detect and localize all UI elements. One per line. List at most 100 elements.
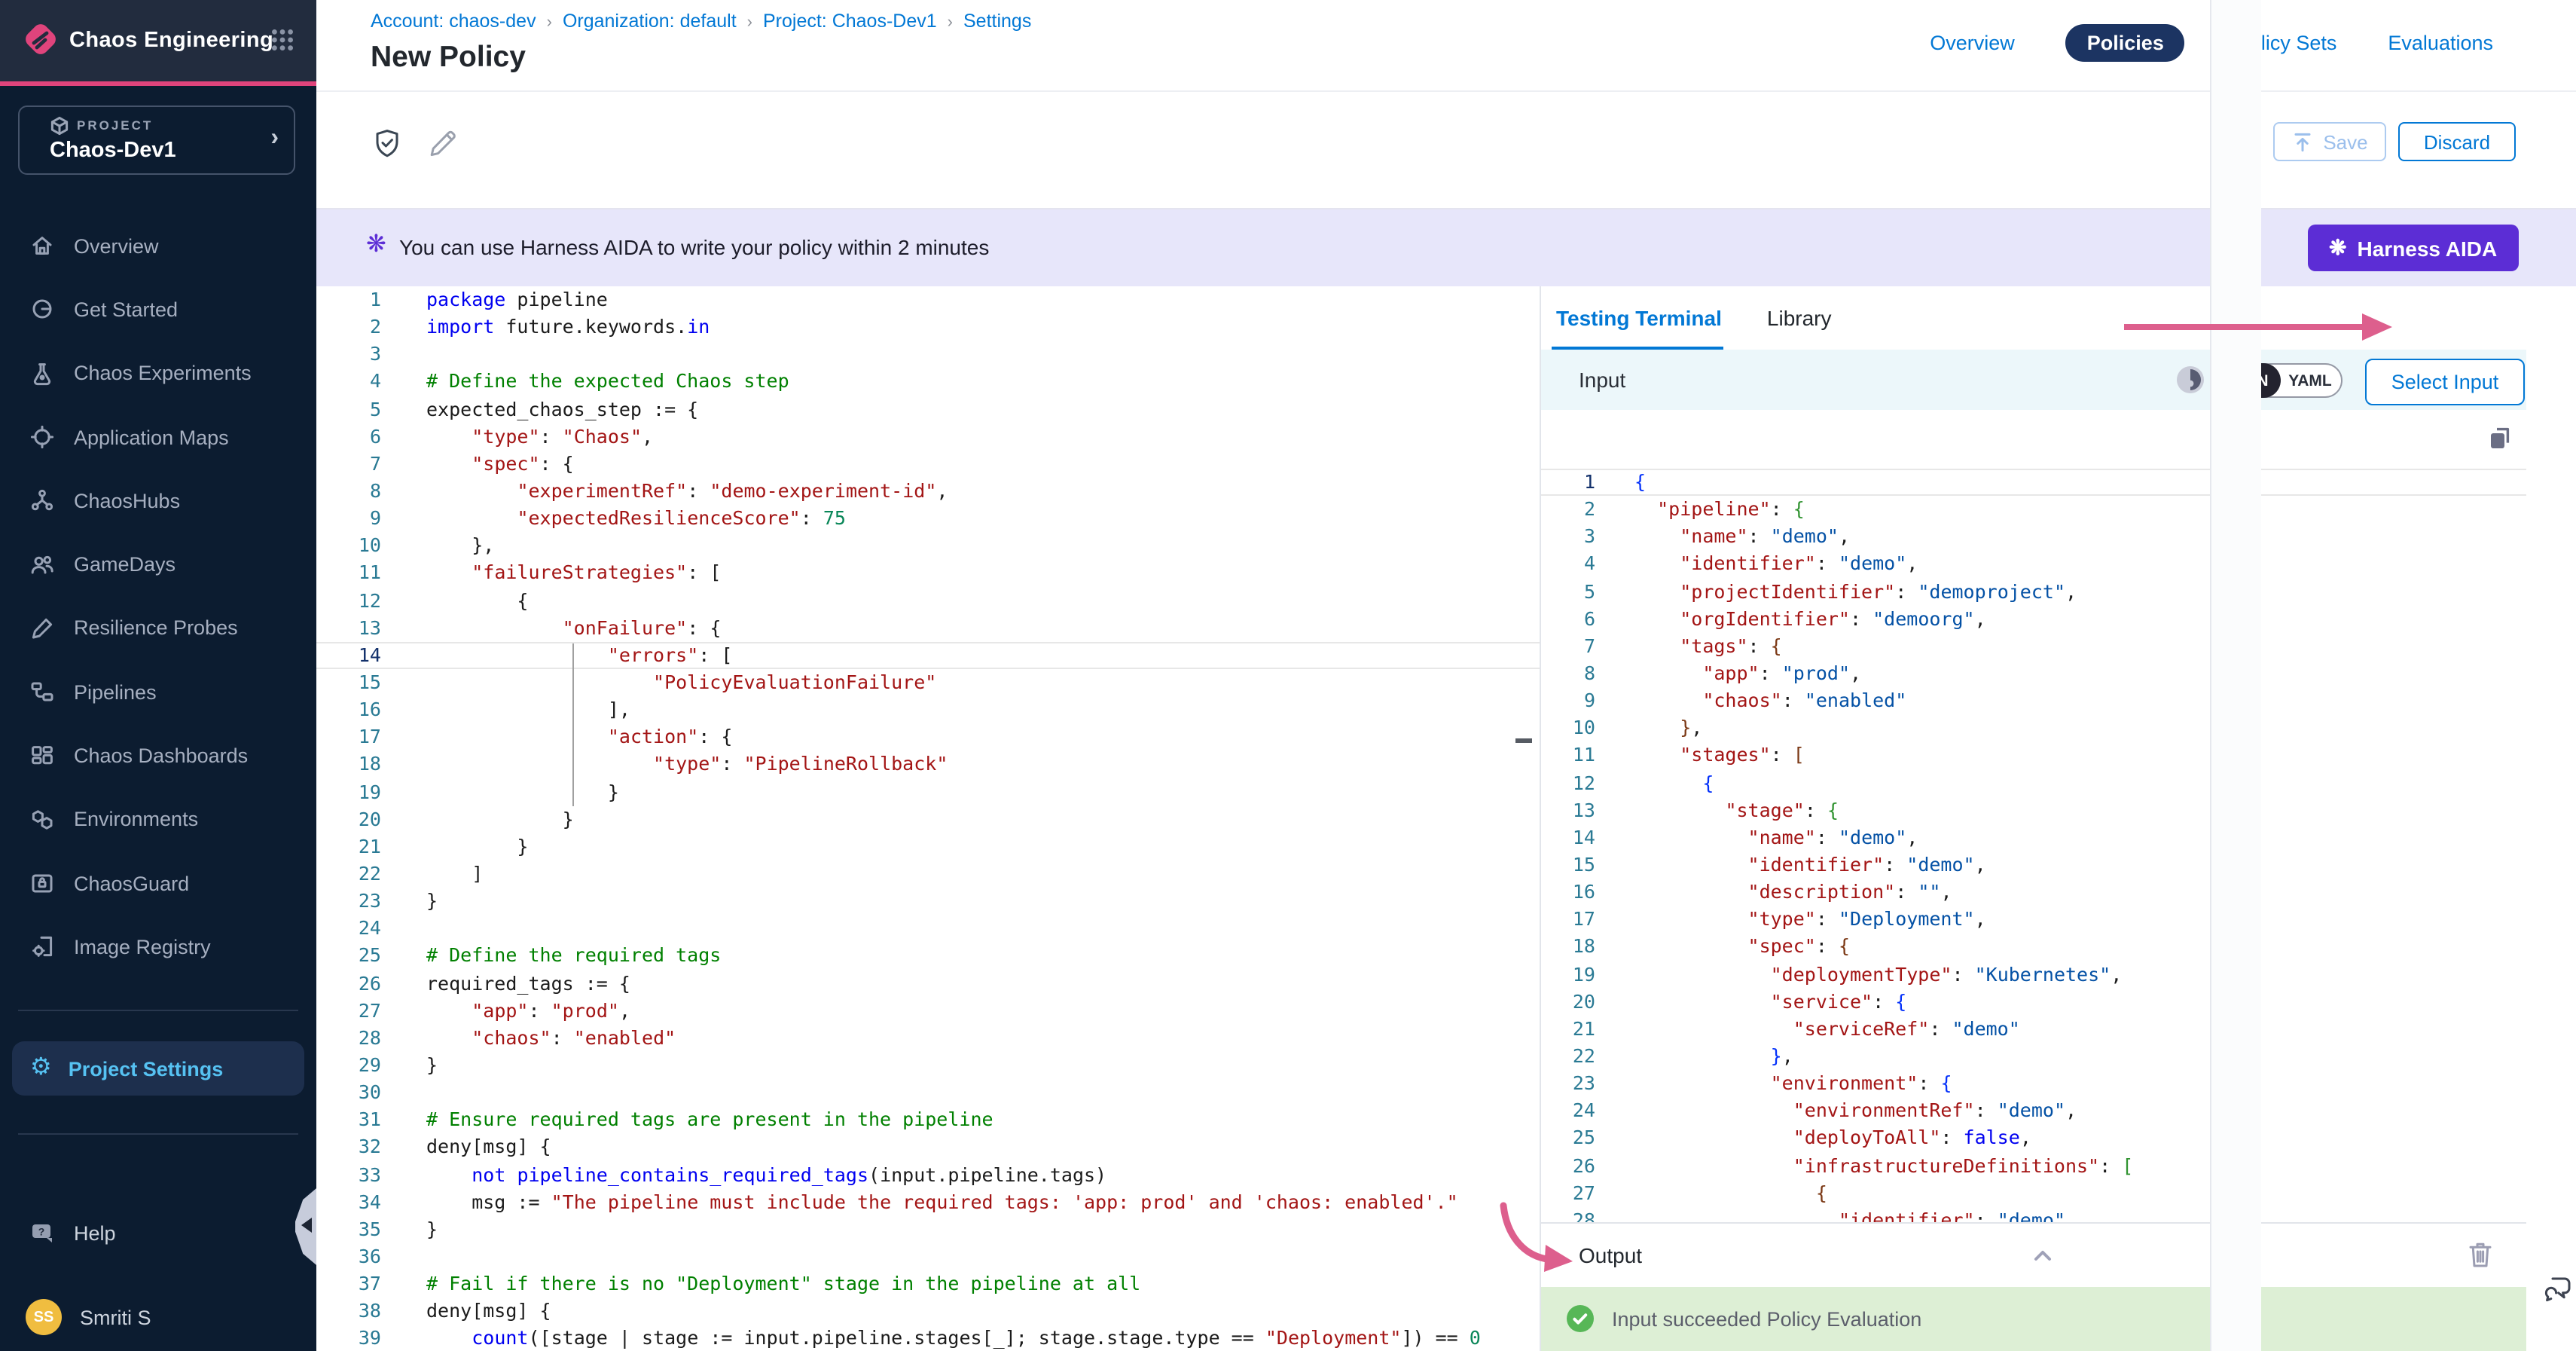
environments-icon	[30, 808, 54, 832]
toggle-option-yaml[interactable]: YAML	[2279, 365, 2341, 396]
code-line: 23}	[316, 888, 1540, 915]
code-line: 28 "identifier": "demo"	[1541, 1207, 2526, 1222]
code-line: 21 }	[316, 833, 1540, 860]
code-line: 3	[316, 341, 1540, 368]
input-json-editor[interactable]: 1{2 "pipeline": {3 "name": "demo",4 "ide…	[1541, 469, 2526, 1222]
sidebar-item-environments[interactable]: Environments	[0, 787, 316, 851]
sidebar-nav: Overview Get StartedChaos ExperimentsAppl…	[0, 214, 316, 979]
flask-icon	[30, 361, 54, 385]
output-status-text: Input succeeded Policy Evaluation	[1612, 1308, 1921, 1331]
code-line: 38deny[msg] {	[316, 1298, 1540, 1325]
code-line: 7 "spec": {	[316, 451, 1540, 478]
sidebar-item-label: Overview	[74, 234, 159, 257]
code-line: 25# Define the required tags	[316, 943, 1540, 970]
discard-button[interactable]: Discard	[2398, 122, 2516, 161]
code-line: 26required_tags := {	[316, 970, 1540, 997]
code-line: 16 ],	[316, 696, 1540, 723]
code-line: 21 "serviceRef": "demo"	[1541, 1016, 2526, 1043]
sidebar-item-pipelines[interactable]: Pipelines	[0, 660, 316, 724]
breadcrumb-link[interactable]: Project: Chaos-Dev1	[763, 11, 937, 32]
code-line: 8 "app": "prod",	[1541, 660, 2526, 687]
code-line: 10 },	[316, 533, 1540, 560]
breadcrumb-link[interactable]: Organization: default	[563, 11, 737, 32]
code-line: 2 "pipeline": {	[1541, 496, 2526, 523]
code-line: 23 "environment": {	[1541, 1070, 2526, 1097]
code-line: 27 {	[1541, 1179, 2526, 1206]
breadcrumb-separator: ›	[547, 14, 552, 32]
policy-code-editor[interactable]: 1package pipeline2import future.keywords…	[316, 286, 1540, 1351]
code-line: 25 "deployToAll": false,	[1541, 1125, 2526, 1152]
code-line: 15 "PolicyEvaluationFailure"	[316, 669, 1540, 696]
code-line: 39 count([stage | stage := input.pipelin…	[316, 1325, 1540, 1351]
code-line: 6 "type": "Chaos",	[316, 423, 1540, 450]
aida-flower-icon: ❋	[366, 234, 386, 258]
output-section-header: Output	[1541, 1222, 2526, 1288]
sidebar-item-gamedays[interactable]: GameDays	[0, 533, 316, 597]
code-line: 30	[316, 1079, 1540, 1106]
sidebar-item-chaoshubs[interactable]: ChaosHubs	[0, 469, 316, 533]
page-gutter	[2210, 0, 2261, 1351]
pipelines-icon	[30, 680, 54, 704]
opa-logo-icon[interactable]	[2177, 366, 2204, 393]
sidebar-item-image-registry[interactable]: Image Registry	[0, 915, 316, 980]
code-line: 34 msg := "The pipeline must include the…	[316, 1188, 1540, 1215]
code-line: 10 },	[1541, 715, 2526, 742]
project-label: PROJECT	[77, 118, 153, 133]
shield-check-icon[interactable]	[372, 128, 402, 158]
code-line: 37# Fail if there is no "Deployment" sta…	[316, 1270, 1540, 1298]
chevron-up-icon[interactable]	[2031, 1243, 2055, 1267]
code-line: 35}	[316, 1216, 1540, 1243]
select-input-button[interactable]: Select Input	[2365, 359, 2525, 405]
sidebar-item-chaosguard[interactable]: ChaosGuard	[0, 851, 316, 915]
code-line: 17 "action": {	[316, 724, 1540, 751]
sidebar-item-chaos-experiments[interactable]: Chaos Experiments	[0, 341, 316, 405]
code-line: 16 "description": "",	[1541, 879, 2526, 906]
code-line: 7 "tags": {	[1541, 633, 2526, 660]
code-line: 5expected_chaos_step := {	[316, 396, 1540, 423]
sidebar-item-chaos-dashboards[interactable]: Chaos Dashboards	[0, 724, 316, 788]
harness-logo-icon[interactable]	[21, 20, 60, 59]
user-menu[interactable]: SS Smriti S	[0, 1290, 316, 1344]
code-line: 29}	[316, 1052, 1540, 1079]
indent-guide	[572, 643, 574, 806]
code-line: 18 "type": "PipelineRollback"	[316, 751, 1540, 778]
project-selector[interactable]: PROJECT Chaos-Dev1 ›	[18, 105, 295, 175]
sidebar-item-overview[interactable]: Overview	[0, 214, 316, 278]
code-line: 24 "environmentRef": "demo",	[1541, 1097, 2526, 1124]
tab-policies[interactable]: Policies	[2066, 24, 2185, 62]
sidebar-item-project-settings[interactable]: ⚙ Project Settings	[12, 1041, 304, 1096]
chat-support-icon[interactable]	[2541, 1273, 2571, 1304]
harness-aida-button[interactable]: ❋ Harness AIDA	[2308, 225, 2518, 271]
tab-overview[interactable]: Overview	[1930, 32, 2015, 54]
dashboards-icon	[30, 744, 54, 768]
sidebar-item-get-started[interactable]: Get Started	[0, 278, 316, 342]
help-icon: ?	[30, 1220, 56, 1246]
sidebar-item-label: ChaosGuard	[74, 872, 189, 894]
copy-icon[interactable]	[2487, 425, 2513, 451]
code-line: 9 "expectedResilienceScore": 75	[316, 505, 1540, 532]
chevron-right-icon: ›	[270, 125, 279, 152]
code-line: 9 "chaos": "enabled"	[1541, 687, 2526, 714]
sidebar-item-label: ChaosHubs	[74, 490, 180, 512]
code-line: 24	[316, 915, 1540, 942]
breadcrumb-link[interactable]: Settings	[963, 11, 1031, 32]
sidebar-item-help[interactable]: ? Help	[0, 1206, 316, 1260]
tab-evaluations[interactable]: Evaluations	[2388, 32, 2493, 54]
code-line: 12 {	[316, 587, 1540, 614]
code-line: 1{	[1541, 469, 2526, 496]
edit-pencil-icon[interactable]	[428, 128, 458, 158]
grid-menu-icon[interactable]	[271, 29, 294, 51]
code-line: 22 },	[1541, 1043, 2526, 1070]
trash-icon[interactable]	[2468, 1240, 2493, 1269]
accent-bar	[0, 81, 316, 86]
sidebar-item-resilience-probes[interactable]: Resilience Probes	[0, 597, 316, 661]
breadcrumb-link[interactable]: Account: chaos-dev	[371, 11, 536, 32]
code-line: 33 not pipeline_contains_required_tags(i…	[316, 1161, 1540, 1188]
code-line: 22 ]	[316, 860, 1540, 888]
tab-testing-terminal[interactable]: Testing Terminal	[1555, 306, 1723, 330]
tab-library[interactable]: Library	[1766, 306, 1833, 330]
input-section-header: Input JSONYAML Select Input	[1541, 350, 2526, 410]
banner-text: You can use Harness AIDA to write your p…	[399, 235, 989, 259]
sidebar-item-application-maps[interactable]: Application Maps	[0, 405, 316, 469]
save-button[interactable]: Save	[2273, 122, 2386, 161]
